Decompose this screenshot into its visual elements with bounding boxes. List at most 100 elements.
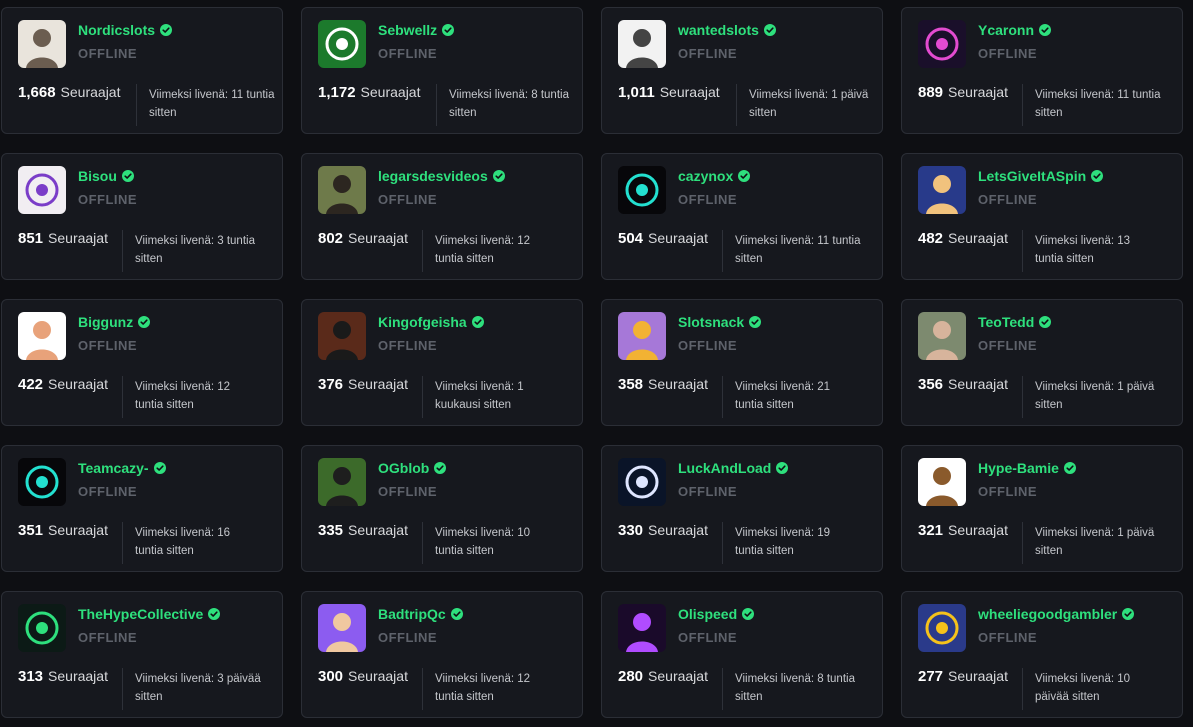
streamer-name[interactable]: cazynox: [678, 168, 733, 184]
streamer-card[interactable]: Bisou OFFLINE 851 Seuraajat Viimeksi liv…: [1, 153, 283, 280]
streamer-card[interactable]: Ycaronn OFFLINE 889 Seuraajat Viimeksi l…: [901, 7, 1183, 134]
skull-logo-avatar[interactable]: [618, 166, 666, 214]
divider: [422, 230, 423, 272]
smiling-man-avatar[interactable]: [318, 604, 366, 652]
streamer-name[interactable]: LuckAndLoad: [678, 460, 771, 476]
streamer-name[interactable]: Kingofgeisha: [378, 314, 467, 330]
name-row: Bisou: [78, 168, 134, 184]
verified-check-icon: [492, 170, 505, 182]
streamer-name[interactable]: Sebwellz: [378, 22, 437, 38]
golfer-avatar[interactable]: [318, 458, 366, 506]
follower-stat: 280 Seuraajat: [618, 668, 708, 685]
follower-label: Seuraajat: [659, 84, 720, 100]
streamer-name[interactable]: OGblob: [378, 460, 429, 476]
yc-neon-logo-avatar[interactable]: [918, 20, 966, 68]
streamer-name[interactable]: TheHypeCollective: [78, 606, 203, 622]
streamer-card[interactable]: Hype-Bamie OFFLINE 321 Seuraajat Viimeks…: [901, 445, 1183, 572]
last-live-text: Viimeksi livenä: 10 päivää sitten: [1035, 673, 1131, 703]
streamer-name[interactable]: Olispeed: [678, 606, 737, 622]
status-badge: OFFLINE: [978, 46, 1038, 61]
status-badge: OFFLINE: [678, 338, 738, 353]
divider: [422, 668, 423, 710]
streamer-name[interactable]: Slotsnack: [678, 314, 744, 330]
streamer-name[interactable]: legarsdesvideos: [378, 168, 488, 184]
wanted-poster-avatar[interactable]: [618, 20, 666, 68]
follower-stat: 889 Seuraajat: [918, 84, 1008, 101]
streamer-card[interactable]: LuckAndLoad OFFLINE 330 Seuraajat Viimek…: [601, 445, 883, 572]
streamer-name[interactable]: Nordicslots: [78, 22, 155, 38]
verified-check-icon: [153, 462, 166, 474]
streamer-card[interactable]: TeoTedd OFFLINE 356 Seuraajat Viimeksi l…: [901, 299, 1183, 426]
gambler-logo-avatar[interactable]: [918, 604, 966, 652]
laps-logo-avatar[interactable]: [318, 20, 366, 68]
streamer-card[interactable]: legarsdesvideos OFFLINE 802 Seuraajat Vi…: [301, 153, 583, 280]
streamer-name[interactable]: wheeliegoodgambler: [978, 606, 1117, 622]
status-badge: OFFLINE: [78, 484, 138, 499]
follower-count: 802: [318, 230, 344, 247]
follower-stat: 376 Seuraajat: [318, 376, 408, 393]
streamer-name[interactable]: Hype-Bamie: [978, 460, 1059, 476]
streamer-card[interactable]: Sebwellz OFFLINE 1,172 Seuraajat Viimeks…: [301, 7, 583, 134]
flexed-arm-avatar[interactable]: [18, 312, 66, 360]
man-on-throne-avatar[interactable]: [318, 312, 366, 360]
gamer-silhouette-avatar[interactable]: [618, 604, 666, 652]
status-badge: OFFLINE: [78, 630, 138, 645]
streamer-card[interactable]: Slotsnack OFFLINE 358 Seuraajat Viimeksi…: [601, 299, 883, 426]
streamer-name[interactable]: LetsGiveItASpin: [978, 168, 1086, 184]
streamer-name[interactable]: BadtripQc: [378, 606, 446, 622]
streamer-card[interactable]: wheeliegoodgambler OFFLINE 277 Seuraajat…: [901, 591, 1183, 718]
follower-count: 351: [18, 522, 44, 539]
follower-count: 313: [18, 668, 44, 685]
monkey-avatar[interactable]: [918, 458, 966, 506]
streamer-card[interactable]: OGblob OFFLINE 335 Seuraajat Viimeksi li…: [301, 445, 583, 572]
name-row: Biggunz: [78, 314, 151, 330]
streamer-card[interactable]: LetsGiveItASpin OFFLINE 482 Seuraajat Vi…: [901, 153, 1183, 280]
streamer-card[interactable]: Biggunz OFFLINE 422 Seuraajat Viimeksi l…: [1, 299, 283, 426]
follower-stat: 1,668 Seuraajat: [18, 84, 120, 101]
man-in-suit-avatar[interactable]: [18, 20, 66, 68]
name-row: LuckAndLoad: [678, 460, 789, 476]
man-portrait-avatar[interactable]: [918, 312, 966, 360]
skull-logo-avatar[interactable]: [18, 458, 66, 506]
streamer-name[interactable]: wantedslots: [678, 22, 759, 38]
verified-check-icon: [121, 170, 134, 182]
streamer-name[interactable]: Bisou: [78, 168, 117, 184]
status-badge: OFFLINE: [378, 630, 438, 645]
status-badge: OFFLINE: [678, 46, 738, 61]
bisou-logo-avatar[interactable]: [18, 166, 66, 214]
name-row: cazynox: [678, 168, 751, 184]
follower-count: 1,668: [18, 84, 56, 101]
streamer-card[interactable]: Olispeed OFFLINE 280 Seuraajat Viimeksi …: [601, 591, 883, 718]
streamer-card[interactable]: Nordicslots OFFLINE 1,668 Seuraajat Viim…: [1, 7, 283, 134]
last-live-text: Viimeksi livenä: 11 tuntia sitten: [149, 89, 275, 119]
last-live-text: Viimeksi livenä: 11 tuntia sitten: [735, 235, 861, 265]
verified-check-icon: [738, 170, 751, 182]
burger-mascot-avatar[interactable]: [618, 312, 666, 360]
follower-count: 277: [918, 668, 944, 685]
streamer-card[interactable]: Kingofgeisha OFFLINE 376 Seuraajat Viime…: [301, 299, 583, 426]
name-row: LetsGiveItASpin: [978, 168, 1104, 184]
follower-stat: 802 Seuraajat: [318, 230, 408, 247]
streamer-card[interactable]: BadtripQc OFFLINE 300 Seuraajat Viimeksi…: [301, 591, 583, 718]
divider: [122, 668, 123, 710]
follower-count: 358: [618, 376, 644, 393]
streamer-name[interactable]: Teamcazy-: [78, 460, 149, 476]
divider: [722, 522, 723, 564]
follower-label: Seuraajat: [48, 376, 108, 392]
man-outdoors-avatar[interactable]: [318, 166, 366, 214]
last-live-text: Viimeksi livenä: 13 tuntia sitten: [1035, 235, 1131, 265]
streamer-name[interactable]: Ycaronn: [978, 22, 1034, 38]
streamer-name[interactable]: TeoTedd: [978, 314, 1034, 330]
status-badge: OFFLINE: [378, 192, 438, 207]
streamer-card[interactable]: Teamcazy- OFFLINE 351 Seuraajat Viimeksi…: [1, 445, 283, 572]
streamer-name[interactable]: Biggunz: [78, 314, 133, 330]
last-live-text: Viimeksi livenä: 1 päivä sitten: [1035, 381, 1155, 411]
streamer-card[interactable]: cazynox OFFLINE 504 Seuraajat Viimeksi l…: [601, 153, 883, 280]
verified-check-icon: [776, 462, 789, 474]
luck-and-load-logo-avatar[interactable]: [618, 458, 666, 506]
follower-label: Seuraajat: [648, 230, 708, 246]
hype-collective-logo-avatar[interactable]: [18, 604, 66, 652]
streamer-card[interactable]: TheHypeCollective OFFLINE 313 Seuraajat …: [1, 591, 283, 718]
cartoon-man-avatar[interactable]: [918, 166, 966, 214]
streamer-card[interactable]: wantedslots OFFLINE 1,011 Seuraajat Viim…: [601, 7, 883, 134]
